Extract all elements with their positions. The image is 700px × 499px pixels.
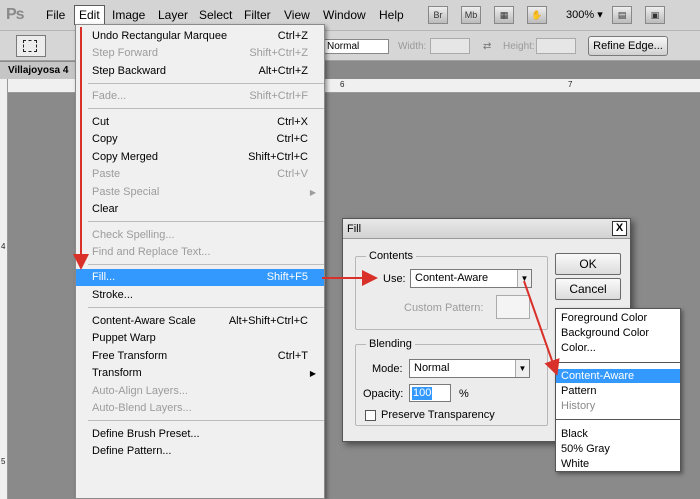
arrow-use-to-content-aware	[523, 280, 560, 376]
annotation-arrows	[73, 27, 560, 376]
